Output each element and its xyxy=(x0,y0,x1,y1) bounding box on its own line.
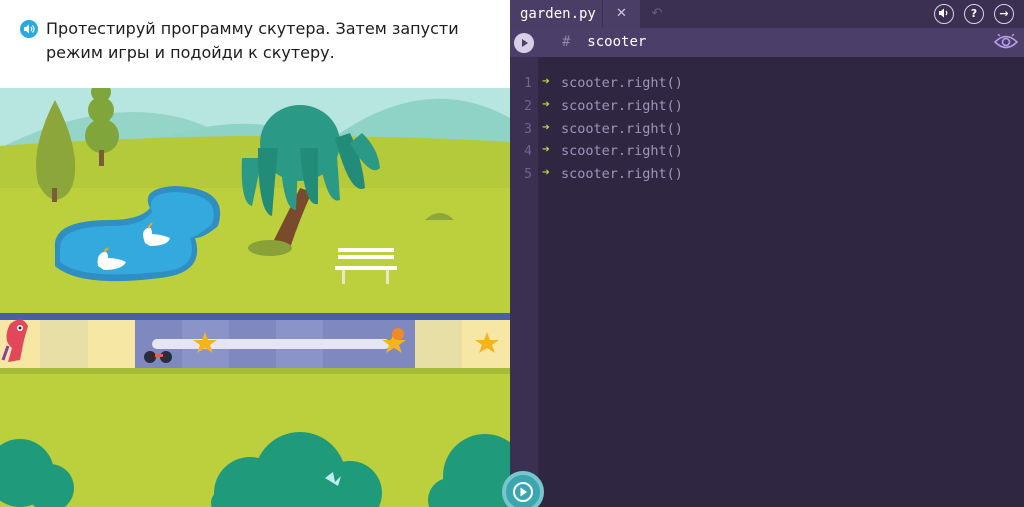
task-instruction: Протестируй программу скутера. Затем зап… xyxy=(0,0,510,88)
undo-icon[interactable]: ↶ xyxy=(640,0,674,28)
line-arrow-icon: ➔ xyxy=(542,97,550,112)
code-editor: garden.py ✕ ↶ ? → # scooter 1 ➔ scooter.… xyxy=(502,0,1024,507)
file-comment: # scooter xyxy=(562,34,646,50)
code-text[interactable]: scooter.right() xyxy=(561,75,683,91)
line-number: 3 xyxy=(524,122,532,137)
run-button-small[interactable] xyxy=(514,33,534,53)
code-text[interactable]: scooter.right() xyxy=(561,143,683,159)
exit-icon[interactable]: → xyxy=(994,4,1014,24)
comment-hash: # xyxy=(562,34,571,50)
task-text: Протестируй программу скутера. Затем зап… xyxy=(46,19,459,62)
line-number: 4 xyxy=(524,144,532,159)
help-icon[interactable]: ? xyxy=(964,4,984,24)
line-number: 1 xyxy=(524,76,532,91)
line-arrow-icon: ➔ xyxy=(542,165,550,180)
line-arrow-icon: ➔ xyxy=(542,120,550,135)
line-arrow-icon: ➔ xyxy=(542,142,550,157)
speaker-icon[interactable] xyxy=(20,20,38,38)
file-header: # scooter xyxy=(510,28,1024,57)
volume-icon[interactable] xyxy=(934,4,954,24)
eye-icon[interactable] xyxy=(993,32,1019,54)
comment-text: scooter xyxy=(587,34,647,50)
tab-garden-py[interactable]: garden.py xyxy=(510,0,602,28)
line-number: 5 xyxy=(524,167,532,182)
game-scene xyxy=(0,88,510,507)
game-panel: Протестируй программу скутера. Затем зап… xyxy=(0,0,510,507)
code-text[interactable]: scooter.right() xyxy=(561,121,683,137)
run-button[interactable] xyxy=(502,471,544,507)
close-tab-icon[interactable]: ✕ xyxy=(602,0,640,28)
line-arrow-icon: ➔ xyxy=(542,74,550,89)
test-track xyxy=(135,320,415,368)
code-text[interactable]: scooter.right() xyxy=(561,98,683,114)
code-text[interactable]: scooter.right() xyxy=(561,166,683,182)
line-number: 2 xyxy=(524,99,532,114)
editor-tab-bar: garden.py ✕ ↶ ? → xyxy=(510,0,1024,28)
play-icon xyxy=(513,482,533,502)
